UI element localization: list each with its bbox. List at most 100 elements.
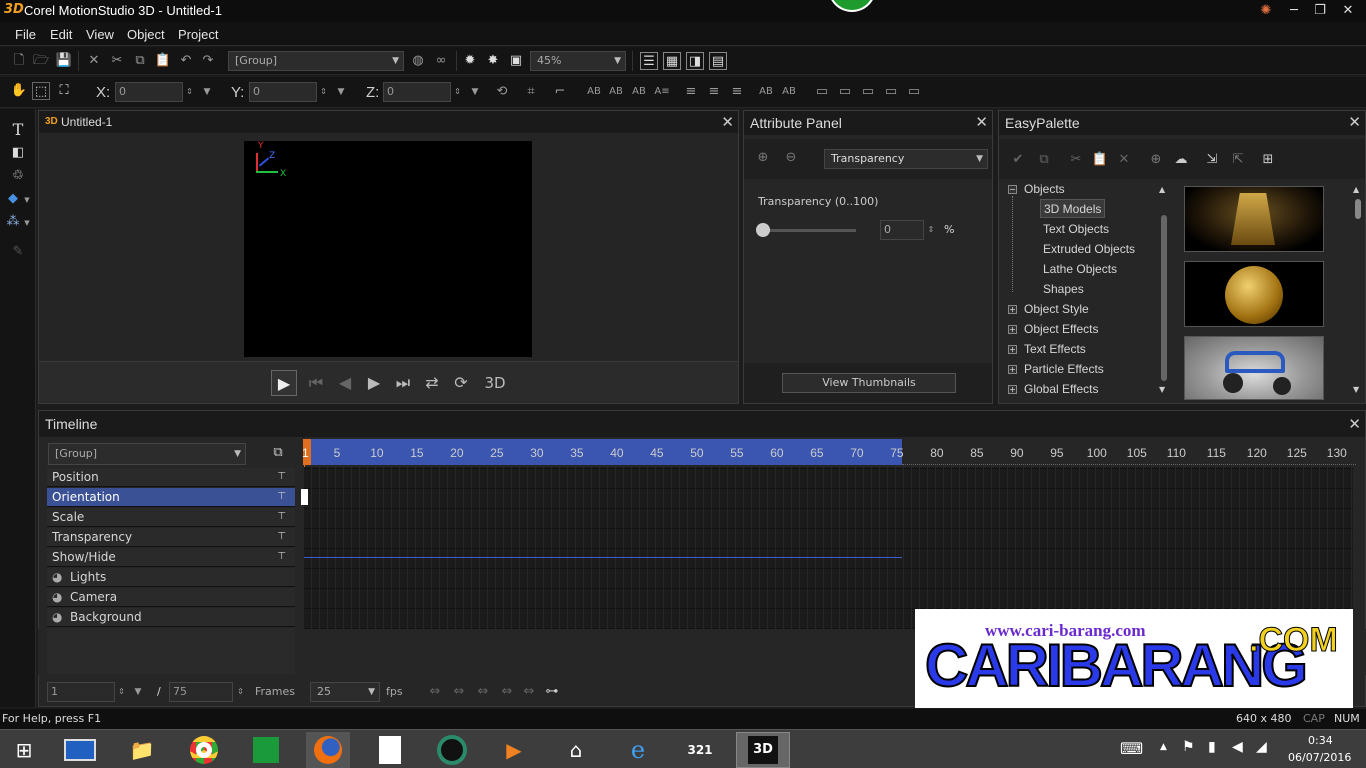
tree-item-text-objects[interactable]: Text Objects (1043, 222, 1109, 236)
bevel-1-icon[interactable]: ▭ (813, 83, 831, 101)
align-left-icon[interactable]: ≡ (682, 83, 700, 101)
z-dropdown-icon[interactable]: ▼ (468, 83, 482, 101)
easy-palette-close-button[interactable]: ✕ (1348, 113, 1361, 131)
track-camera[interactable]: ◕ Camera (47, 588, 295, 607)
viewport-toggle-icon[interactable]: ◨ (686, 52, 704, 70)
align-center-icon[interactable]: ≡ (705, 83, 723, 101)
go-to-start-icon[interactable]: ⏮ (303, 370, 329, 396)
objects-collapse-icon[interactable]: − (1008, 185, 1017, 194)
blank-document-icon[interactable] (368, 732, 412, 768)
chrome-icon[interactable] (182, 732, 226, 768)
align-text-right-icon[interactable]: AB (630, 83, 648, 101)
menu-file[interactable]: File (15, 27, 36, 42)
palette-copy-icon[interactable]: ⧉ (1035, 151, 1053, 169)
lathe-tool-icon[interactable]: ♲ (9, 167, 27, 185)
timeline-group-combo[interactable]: [Group] ▼ (48, 443, 246, 465)
text-tool-icon[interactable]: T (9, 121, 27, 139)
track-transparency[interactable]: Transparency ⊤ (47, 528, 295, 547)
tree-item-3d-models[interactable]: 3D Models (1040, 199, 1106, 218)
track-position[interactable]: Position ⊤ (47, 468, 295, 487)
keyframe-tool-1-icon[interactable]: ⇔ (426, 683, 444, 701)
cut-icon[interactable]: ✂ (108, 52, 126, 70)
minimize-button[interactable]: ─ (1280, 0, 1308, 22)
current-frame-input[interactable]: 1 (47, 682, 115, 702)
tree-scroll-up-icon[interactable]: ▲ (1159, 185, 1165, 194)
lenovo-app-icon[interactable] (58, 732, 102, 768)
media-app-icon[interactable] (430, 732, 474, 768)
x-dropdown-icon[interactable]: ▼ (200, 83, 214, 101)
tree-item-lathe-objects[interactable]: Lathe Objects (1043, 262, 1117, 276)
transparency-slider-track[interactable] (758, 229, 856, 232)
x-input[interactable]: 0 (115, 82, 183, 102)
transparency-spin-icon[interactable]: ⇕ (925, 221, 937, 239)
tree-item-global-effects[interactable]: Global Effects (1024, 382, 1098, 396)
transparency-slider-thumb[interactable] (756, 223, 770, 237)
palette-cut-icon[interactable]: ✂ (1067, 151, 1085, 169)
loop-icon[interactable]: ⇄ (419, 370, 445, 396)
view-thumbnails-button[interactable]: View Thumbnails (782, 373, 956, 393)
y-spin-icon[interactable]: ⇕ (317, 83, 330, 101)
preview-icon[interactable]: ▣ (507, 52, 525, 70)
app-menu-icon[interactable]: ✺ (1252, 0, 1280, 22)
object-tool-dropdown-icon[interactable]: ▼ (22, 191, 32, 209)
menu-view[interactable]: View (86, 27, 114, 42)
total-frames-spin-icon[interactable]: ⇕ (234, 683, 247, 701)
particle-tool-icon[interactable]: ⁂ (4, 213, 22, 231)
pin-icon[interactable]: ⊤ (277, 468, 286, 486)
export-icon[interactable]: ⇱ (1229, 151, 1247, 169)
copy-icon[interactable]: ⧉ (131, 52, 149, 70)
light-bulb-icon[interactable]: ✹ (461, 52, 479, 70)
timeline-close-button[interactable]: ✕ (1348, 415, 1361, 433)
track-background[interactable]: ◕ Background (47, 608, 295, 627)
clock-time[interactable]: 0:34 (1308, 734, 1333, 747)
pin-icon[interactable]: ⊤ (277, 488, 286, 506)
select-tool-icon[interactable]: ⬚ (32, 82, 50, 100)
tree-item-objects[interactable]: Objects (1024, 182, 1065, 196)
redo-icon[interactable]: ↷ (199, 52, 217, 70)
thumbnail-globe[interactable] (1184, 261, 1324, 327)
object-effects-expand-icon[interactable]: + (1008, 325, 1017, 334)
3d-mode-toggle[interactable]: 3D (478, 370, 512, 396)
y-dropdown-icon[interactable]: ▼ (334, 83, 348, 101)
viewport-close-button[interactable]: ✕ (721, 113, 734, 131)
text-style-b-icon[interactable]: AB (780, 83, 798, 101)
z-input[interactable]: 0 (383, 82, 451, 102)
palette-paste-icon[interactable]: 📋 (1091, 151, 1109, 169)
bevel-3-icon[interactable]: ▭ (859, 83, 877, 101)
tree-item-object-style[interactable]: Object Style (1024, 302, 1089, 316)
start-button[interactable]: ⊞ (2, 732, 46, 768)
tree-item-particle-effects[interactable]: Particle Effects (1024, 362, 1104, 376)
step-forward-icon[interactable]: ▶ (361, 370, 387, 396)
palette-tree-scrollbar[interactable]: ▲ ▼ (1159, 185, 1169, 399)
file-explorer-icon[interactable]: 📁 (120, 732, 164, 768)
object-style-expand-icon[interactable]: + (1008, 305, 1017, 314)
pin-icon[interactable]: ⊤ (277, 508, 286, 526)
text-effects-expand-icon[interactable]: + (1008, 345, 1017, 354)
bevel-4-icon[interactable]: ▭ (882, 83, 900, 101)
global-effects-expand-icon[interactable]: + (1008, 385, 1017, 394)
tree-item-text-effects[interactable]: Text Effects (1024, 342, 1086, 356)
flag-icon[interactable]: ⚑ (1182, 739, 1195, 755)
battery-icon[interactable]: ▮ (1208, 739, 1216, 755)
thumbnail-motion-studio[interactable] (1184, 186, 1324, 252)
undo-icon[interactable]: ↶ (177, 52, 195, 70)
open-folder-icon[interactable]: 🗁 (32, 52, 50, 70)
palette-delete-icon[interactable]: ✕ (1115, 151, 1133, 169)
total-frames-input[interactable]: 75 (169, 682, 233, 702)
object-group-combo[interactable]: [Group] ▼ (228, 51, 404, 71)
tray-up-icon[interactable]: ▲ (1160, 742, 1167, 752)
bevel-5-icon[interactable]: ▭ (905, 83, 923, 101)
align-text-left-icon[interactable]: AB (585, 83, 603, 101)
palette-new-icon[interactable]: ⊞ (1259, 151, 1277, 169)
tree-scroll-down-icon[interactable]: ▼ (1159, 385, 1165, 394)
tree-item-object-effects[interactable]: Object Effects (1024, 322, 1098, 336)
timeline-toggle-icon[interactable]: ▤ (709, 52, 727, 70)
save-icon[interactable]: 💾 (55, 52, 73, 70)
store-icon[interactable] (244, 732, 288, 768)
attribute-dropdown[interactable]: Transparency ▼ (824, 149, 988, 169)
go-to-end-icon[interactable]: ⏭ (390, 370, 416, 396)
scale-tool-icon[interactable]: ⛶ (55, 82, 73, 100)
3d-viewport[interactable]: Y Z X (244, 141, 532, 357)
keyframe-tool-6-icon[interactable]: ⊶ (543, 683, 561, 701)
text-style-a-icon[interactable]: AB (757, 83, 775, 101)
